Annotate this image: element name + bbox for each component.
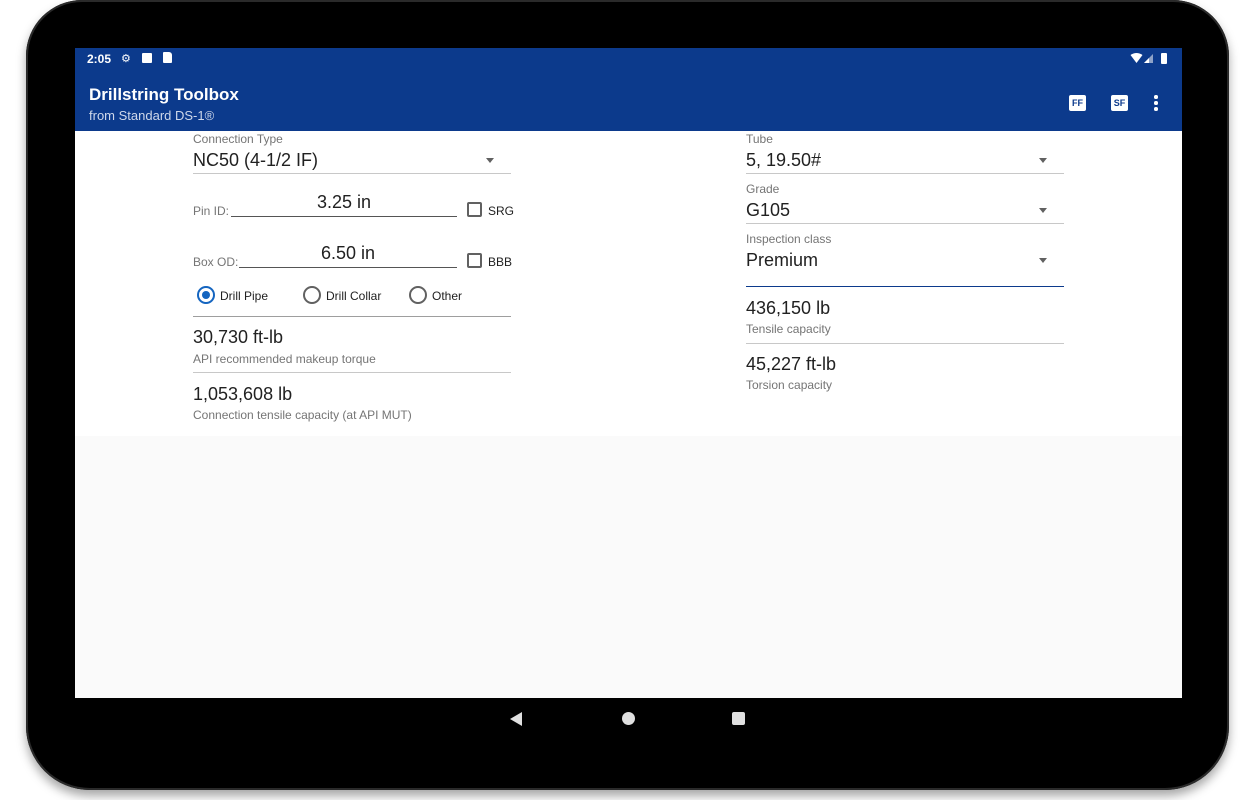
gear-icon: ⚙ (121, 53, 131, 65)
makeup-torque-label: API recommended makeup torque (193, 352, 376, 366)
ff-icon[interactable]: FF (1069, 95, 1086, 111)
box-od-label: Box OD: (193, 255, 239, 269)
battery-icon (1161, 53, 1167, 64)
overflow-menu-icon[interactable] (1150, 94, 1162, 112)
pin-id-label: Pin ID: (193, 204, 230, 218)
pin-id-underline (231, 216, 457, 217)
torsion-capacity-value: 45,227 ft-lb (746, 354, 837, 374)
navigation-bar (75, 698, 1182, 740)
inspection-class-dropdown[interactable]: Premium (746, 250, 818, 271)
chevron-down-icon[interactable] (1039, 158, 1047, 163)
drill-pipe-label: Drill Pipe (220, 289, 269, 303)
divider (746, 173, 1064, 174)
connection-type-label: Connection Type (193, 132, 283, 146)
tensile-capacity-value: 436,150 lb (746, 298, 831, 318)
app-screen: 2:05 ⚙ Drillstring Toolbox from Standard… (75, 48, 1182, 698)
app-title: Drillstring Toolbox (89, 85, 239, 104)
status-bar: 2:05 ⚙ (75, 48, 1182, 70)
chevron-down-icon[interactable] (1039, 208, 1047, 213)
srg-checkbox[interactable] (467, 202, 482, 217)
chevron-down-icon[interactable] (1039, 258, 1047, 263)
divider (746, 223, 1064, 224)
connection-type-dropdown[interactable]: NC50 (4-1/2 IF) (193, 150, 318, 171)
divider (193, 372, 511, 373)
sd-card-icon (163, 52, 172, 63)
divider (746, 286, 1064, 287)
tensile-capacity-label: Tensile capacity (746, 322, 831, 336)
grade-label: Grade (746, 182, 780, 196)
box-od-field[interactable]: 6.50 in (239, 243, 457, 264)
radio-drill-collar[interactable] (303, 286, 321, 304)
box-od-underline (239, 267, 457, 268)
connection-tensile-label: Connection tensile capacity (at API MUT) (193, 408, 412, 422)
connection-tensile-value: 1,053,608 lb (193, 384, 293, 404)
drill-collar-label: Drill Collar (326, 289, 382, 303)
makeup-torque-value: 30,730 ft-lb (193, 327, 284, 347)
divider (193, 173, 511, 174)
divider (193, 316, 511, 317)
torsion-capacity-label: Torsion capacity (746, 378, 833, 392)
radio-drill-pipe[interactable] (197, 286, 215, 304)
grade-dropdown[interactable]: G105 (746, 200, 790, 221)
bbb-label: BBB (488, 255, 513, 269)
tube-label: Tube (746, 132, 773, 146)
sf-icon[interactable]: SF (1111, 95, 1128, 111)
back-icon[interactable] (510, 712, 522, 726)
inspection-class-label: Inspection class (746, 232, 832, 246)
a-icon (142, 53, 152, 63)
srg-label: SRG (488, 204, 515, 218)
tube-dropdown[interactable]: 5, 19.50# (746, 150, 821, 171)
app-subtitle: from Standard DS-1® (89, 108, 215, 123)
bbb-checkbox[interactable] (467, 253, 482, 268)
app-bar: Drillstring Toolbox from Standard DS-1® … (75, 70, 1182, 131)
pin-id-field[interactable]: 3.25 in (231, 192, 457, 213)
cell-signal-icon (1144, 54, 1153, 63)
status-time: 2:05 (87, 52, 112, 66)
wifi-icon (1130, 53, 1143, 63)
main-content: Connection Type NC50 (4-1/2 IF) Pin ID: … (75, 131, 1182, 436)
other-label: Other (432, 289, 463, 303)
chevron-down-icon[interactable] (486, 158, 494, 163)
radio-other[interactable] (409, 286, 427, 304)
recents-icon[interactable] (732, 712, 745, 725)
divider (746, 343, 1064, 344)
home-icon[interactable] (622, 712, 635, 725)
